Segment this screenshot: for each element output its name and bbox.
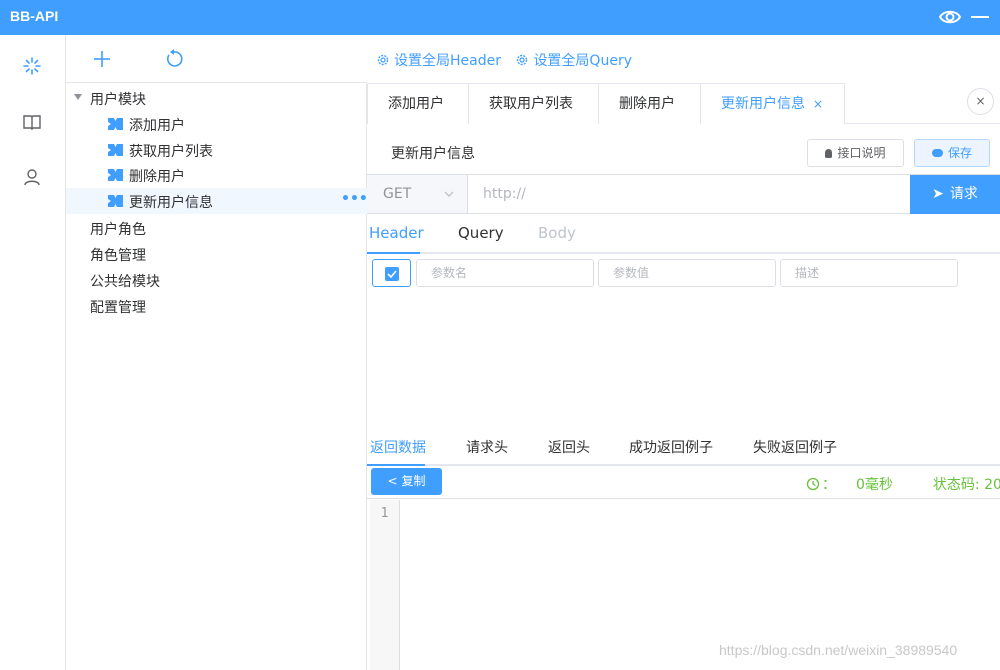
tab-label: 删除用户	[619, 96, 675, 112]
left-nav	[0, 35, 66, 670]
more-icon[interactable]: •••	[341, 192, 368, 206]
set-global-query-link[interactable]: 设置全局Query	[515, 50, 632, 70]
share-icon: <	[387, 474, 398, 488]
response-time: ： 0毫秒	[806, 477, 913, 493]
tab-response-data[interactable]: 返回数据	[370, 437, 426, 457]
tree-group-config[interactable]: 配置管理	[66, 293, 367, 319]
url-input[interactable]	[469, 175, 909, 213]
app-title: BB-API	[10, 8, 59, 24]
save-button[interactable]: 保存	[914, 139, 990, 167]
param-enabled-checkbox[interactable]	[372, 259, 411, 287]
cloud-upload-icon	[931, 149, 943, 157]
eye-icon[interactable]	[939, 8, 961, 26]
user-icon[interactable]	[21, 166, 43, 188]
tab-request-headers[interactable]: 请求头	[466, 437, 508, 457]
active-tab-indicator	[367, 252, 420, 254]
status-code: 状态码: 200	[932, 477, 1000, 493]
gear-icon	[517, 54, 528, 66]
tree-item-get-user-list[interactable]: 获取用户列表	[66, 137, 367, 163]
tree-group-user-role[interactable]: 用户角色	[66, 215, 367, 241]
tree-toolbar	[66, 35, 367, 83]
global-settings: 设置全局Header 设置全局Query	[376, 50, 642, 71]
book-icon[interactable]	[21, 111, 43, 133]
api-doc-button[interactable]: 接口说明	[807, 139, 904, 167]
interface-icon	[108, 144, 123, 156]
tab-body: Body	[538, 224, 576, 242]
tab-label: 添加用户	[388, 96, 444, 112]
clock-icon	[806, 477, 820, 491]
tab-label: 获取用户列表	[489, 96, 573, 112]
interface-icon	[108, 169, 123, 181]
tab-success-example[interactable]: 成功返回例子	[629, 437, 713, 457]
tab-header[interactable]: Header	[369, 224, 424, 242]
interface-icon	[108, 118, 123, 130]
tree-node-label: 更新用户信息	[129, 195, 213, 211]
set-global-header-link[interactable]: 设置全局Header	[376, 50, 501, 70]
button-label: 复制	[401, 474, 426, 488]
tree-node-label: 角色管理	[90, 248, 146, 264]
check-icon	[385, 267, 399, 281]
plus-icon[interactable]	[91, 48, 113, 70]
button-label: 保存	[947, 146, 972, 160]
response-tabs: 返回数据 请求头 返回头 成功返回例子 失败返回例子	[367, 426, 1000, 466]
tab-response-headers[interactable]: 返回头	[548, 437, 590, 457]
title-bar: BB-API	[0, 0, 1000, 35]
api-tree: 用户模块 添加用户 获取用户列表 删除用户 更新用户信息 ••• 用户角色 角色…	[66, 84, 368, 670]
divider	[367, 498, 1000, 499]
tree-item-add-user[interactable]: 添加用户	[66, 111, 367, 137]
refresh-icon[interactable]	[163, 48, 185, 70]
response-meta: ： 0毫秒 状态码: 200	[806, 474, 1000, 494]
url-bar: GET ➤ 请求	[367, 174, 1000, 214]
tree-group-role-mgmt[interactable]: 角色管理	[66, 241, 367, 267]
tab-add-user[interactable]: 添加用户	[367, 83, 469, 124]
caret-down-icon[interactable]	[74, 94, 82, 100]
tab-failure-example[interactable]: 失败返回例子	[753, 437, 837, 457]
tree-group-user-module[interactable]: 用户模块	[66, 85, 367, 111]
method-select[interactable]: GET	[367, 175, 468, 213]
minimize-icon[interactable]	[969, 8, 991, 26]
gear-icon	[377, 54, 389, 66]
chevron-down-icon	[444, 191, 454, 197]
request-tabs: 添加用户 获取用户列表 删除用户 更新用户信息 ×	[367, 83, 1000, 125]
bulb-icon	[825, 149, 833, 158]
tab-update-user[interactable]: 更新用户信息 ×	[700, 83, 845, 125]
interface-icon	[108, 195, 123, 207]
tree-node-label: 添加用户	[129, 118, 185, 134]
close-icon[interactable]: ×	[813, 97, 823, 111]
line-number-gutter: 1	[370, 500, 400, 670]
button-label: 请求	[949, 186, 978, 202]
send-icon: ➤	[932, 186, 944, 202]
tree-item-update-user[interactable]: 更新用户信息 •••	[66, 188, 368, 214]
tree-node-label: 用户模块	[90, 92, 146, 108]
tree-node-label: 公共给模块	[90, 274, 160, 290]
tab-get-user-list[interactable]: 获取用户列表	[468, 83, 599, 124]
api-name[interactable]: 更新用户信息	[391, 143, 475, 163]
tab-delete-user[interactable]: 删除用户	[598, 83, 701, 124]
line-number: 1	[380, 506, 389, 521]
watermark: https://blog.csdn.net/weixin_38989540	[719, 642, 958, 658]
time-prefix: ：	[822, 477, 836, 493]
send-request-button[interactable]: ➤ 请求	[910, 175, 1000, 214]
time-value: 0毫秒	[856, 477, 893, 493]
tree-item-delete-user[interactable]: 删除用户	[66, 162, 367, 188]
tree-group-public[interactable]: 公共给模块	[66, 267, 367, 293]
tab-query[interactable]: Query	[458, 224, 504, 242]
link-label: 设置全局Query	[533, 53, 632, 69]
copy-button[interactable]: < 复制	[371, 468, 442, 495]
param-tabs: Header Query Body	[367, 214, 1000, 254]
param-name-input[interactable]	[416, 259, 594, 287]
tree-node-label: 配置管理	[90, 300, 146, 316]
tree-node-label: 删除用户	[129, 169, 185, 185]
tab-label: 更新用户信息	[721, 96, 805, 112]
api-icon[interactable]	[21, 55, 43, 77]
close-all-tabs-button[interactable]: ×	[967, 88, 994, 115]
method-value: GET	[383, 186, 412, 202]
tree-node-label: 用户角色	[90, 222, 146, 238]
button-label: 接口说明	[837, 146, 886, 160]
param-value-input[interactable]	[598, 259, 776, 287]
tree-node-label: 获取用户列表	[129, 144, 213, 160]
active-tab-indicator	[367, 464, 425, 466]
link-label: 设置全局Header	[394, 53, 501, 69]
param-desc-input[interactable]	[780, 259, 958, 287]
